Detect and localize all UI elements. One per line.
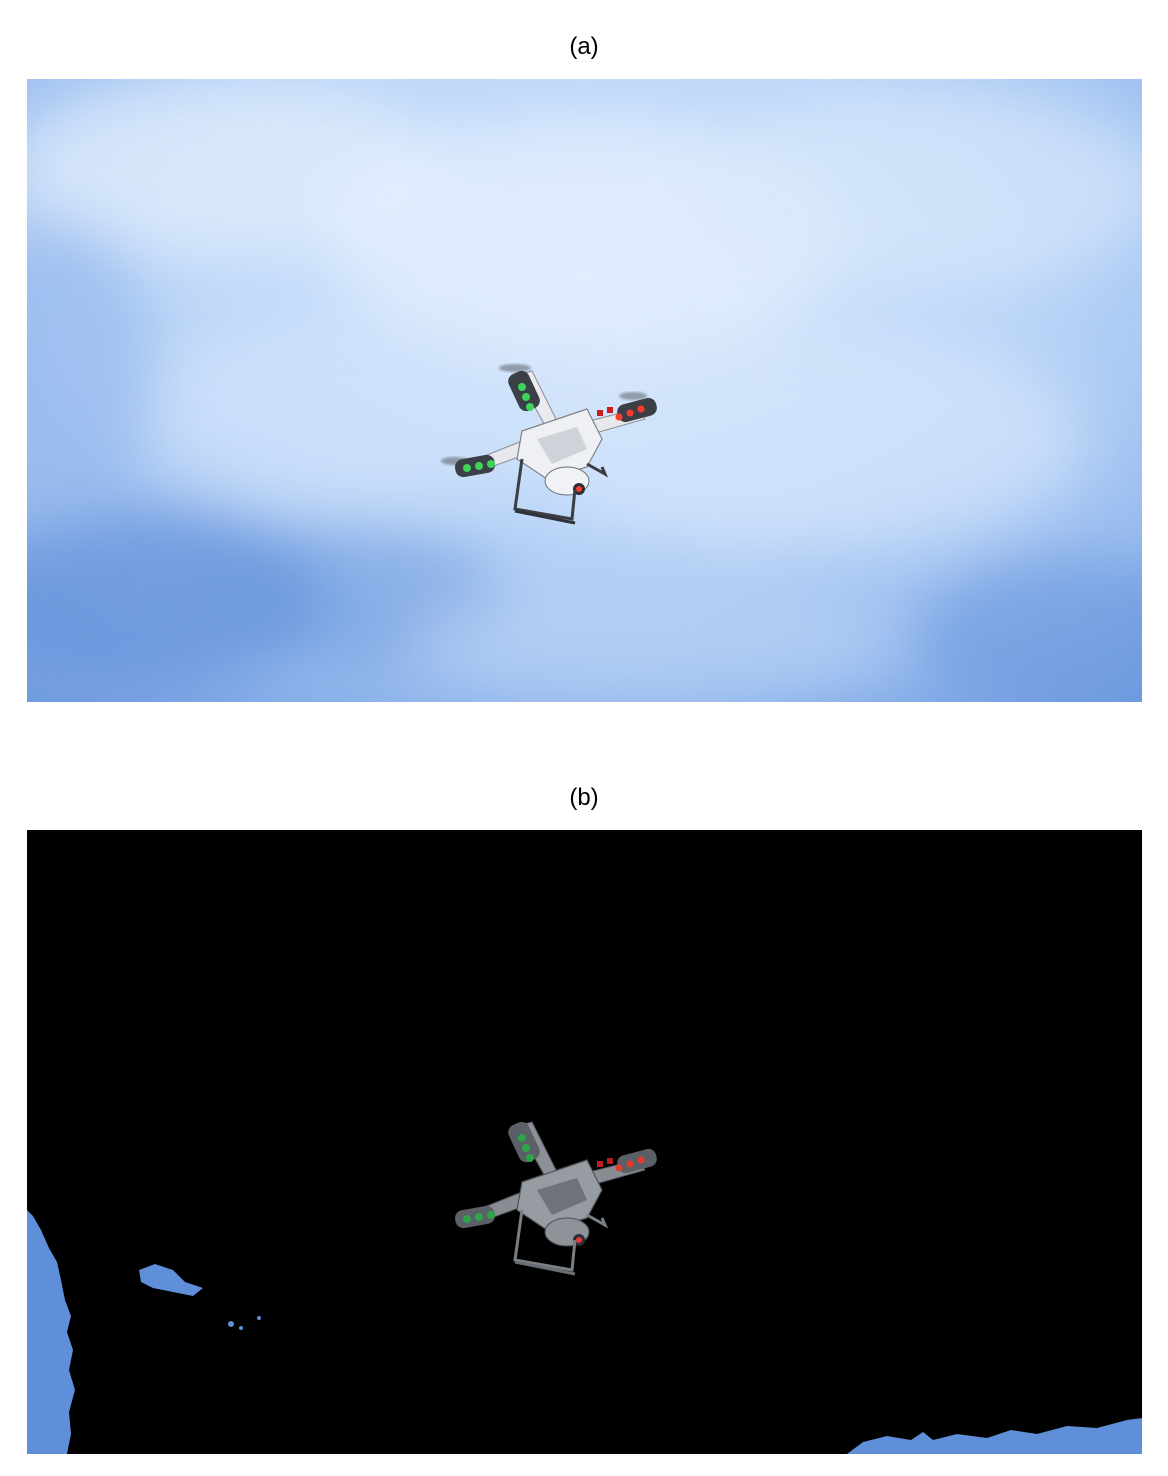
panel-a-photo	[27, 79, 1142, 702]
mask-image	[27, 830, 1142, 1454]
sky-photo	[27, 79, 1142, 702]
panel-b-caption: (b)	[569, 784, 599, 811]
cloud-layer	[27, 79, 1142, 702]
panel-b-mask	[27, 830, 1142, 1454]
panel-a-caption: (a)	[569, 33, 599, 60]
